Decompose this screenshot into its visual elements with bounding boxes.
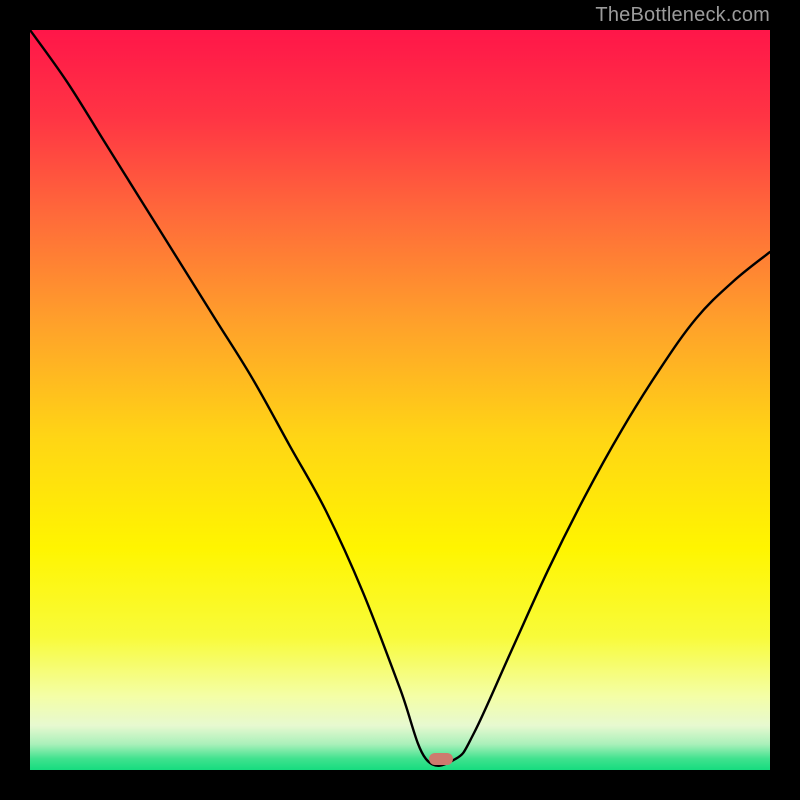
optimal-marker (429, 753, 453, 765)
chart-frame: TheBottleneck.com (0, 0, 800, 800)
curve-layer (30, 30, 770, 770)
plot-area (30, 30, 770, 770)
watermark-text: TheBottleneck.com (595, 4, 770, 27)
bottleneck-curve (30, 30, 770, 766)
